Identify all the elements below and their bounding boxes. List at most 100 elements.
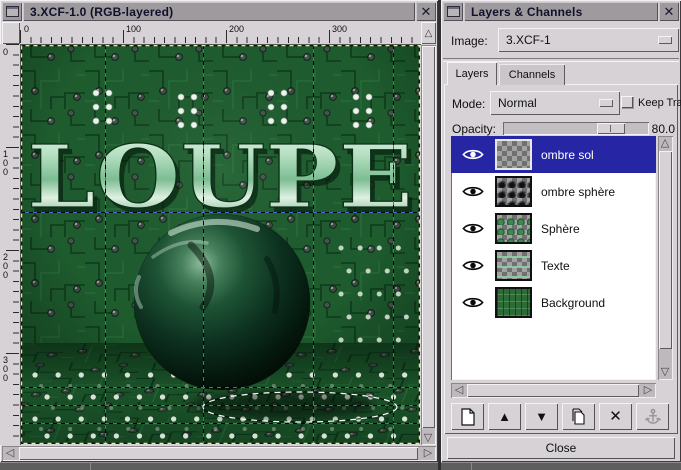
opacity-label: Opacity: <box>452 122 496 136</box>
opacity-slider-track[interactable] <box>503 122 649 135</box>
list-h-scroll-thumb[interactable] <box>467 384 639 397</box>
layers-channels-dialog: Layers & Channels ✕ Image: 3.XCF-1 Layer… <box>441 0 681 462</box>
window-menu-icon <box>447 6 460 17</box>
layer-thumbnail[interactable] <box>495 139 532 170</box>
raise-arrow-icon: ▲ <box>498 410 511 423</box>
anchor-icon <box>644 408 662 426</box>
image-select-menu[interactable]: 3.XCF-1 <box>498 28 679 52</box>
layer-row-texte[interactable]: Texte <box>451 247 656 284</box>
opacity-slider-handle[interactable] <box>597 123 625 134</box>
lower-layer-button[interactable]: ▼ <box>525 403 558 430</box>
list-v-scroll-thumb[interactable] <box>659 151 672 349</box>
layer-name: ombre sphère <box>541 185 615 199</box>
mode-label: Mode: <box>452 97 485 111</box>
dialog-titlebar[interactable]: Layers & Channels ✕ <box>443 2 679 21</box>
delete-x-icon: ✕ <box>609 409 622 424</box>
canvas-horizontal-scrollbar[interactable]: ◁ ▷ <box>2 446 436 461</box>
layer-thumbnail[interactable] <box>495 287 532 318</box>
h-ruler-label: 300 <box>332 25 347 34</box>
duplicate-layer-button[interactable] <box>562 403 595 430</box>
v-ruler-label: 300 <box>3 356 11 383</box>
v-ruler-label: 200 <box>3 253 11 280</box>
visibility-eye-icon[interactable] <box>451 148 495 161</box>
vertical-ruler[interactable]: 0 100 200 300 <box>0 44 21 445</box>
image-window-title: 3.XCF-1.0 (RGB-layered) <box>23 2 415 21</box>
scroll-up-icon[interactable]: △ <box>658 138 672 149</box>
keep-trans-checkbox[interactable] <box>621 96 633 108</box>
window-menu-button[interactable] <box>443 2 463 21</box>
layer-row-ombre-sol[interactable]: ombre sol <box>451 136 656 173</box>
v-ruler-label: 100 <box>3 150 11 177</box>
scroll-right-icon[interactable]: ▷ <box>641 385 655 396</box>
visibility-eye-icon[interactable] <box>451 259 495 272</box>
delete-layer-button[interactable]: ✕ <box>599 403 632 430</box>
image-select-value: 3.XCF-1 <box>506 33 551 47</box>
image-canvas[interactable]: LOUPE LOUPE <box>21 45 420 444</box>
v-ruler-label: 0 <box>3 48 11 57</box>
anchor-layer-button[interactable] <box>636 403 669 430</box>
statusbar-divider <box>90 463 91 470</box>
image-label: Image: <box>451 34 488 48</box>
tab-layers-label: Layers <box>455 68 488 80</box>
list-vertical-scrollbar[interactable]: △ ▽ <box>658 136 673 380</box>
close-icon: ✕ <box>664 5 675 18</box>
close-button[interactable]: Close <box>447 437 675 459</box>
visibility-eye-icon[interactable] <box>451 296 495 309</box>
dialog-close-button[interactable]: ✕ <box>659 2 679 21</box>
sphere <box>134 214 310 390</box>
window-menu-icon <box>6 6 19 17</box>
image-window-close-button[interactable]: ✕ <box>416 2 436 21</box>
mode-select-menu[interactable]: Normal <box>490 91 620 115</box>
scroll-left-icon[interactable]: ◁ <box>452 385 466 396</box>
keep-trans-label: Keep Trans. <box>638 97 681 109</box>
mode-select-value: Normal <box>498 96 537 110</box>
tab-channels-label: Channels <box>509 69 555 81</box>
layer-thumbnail[interactable] <box>495 176 532 207</box>
opacity-value: 80.0 <box>652 122 675 136</box>
duplicate-layer-icon <box>570 408 588 426</box>
h-ruler-label: 200 <box>229 25 244 34</box>
horizontal-ruler[interactable]: 0 100 200 300 <box>20 22 421 45</box>
screen: 3.XCF-1.0 (RGB-layered) ✕ 0 100 200 300 … <box>0 0 681 470</box>
layers-tab-panel: Mode: Normal Keep Trans. Opacity: 80.0 o… <box>444 84 678 434</box>
h-ruler-label: 100 <box>126 25 141 34</box>
nav-preview-button[interactable]: △ <box>421 22 436 44</box>
scroll-down-icon[interactable]: ▽ <box>658 367 672 378</box>
h-ruler-major-ticks <box>20 30 421 43</box>
raise-layer-button[interactable]: ▲ <box>488 403 521 430</box>
list-horizontal-scrollbar[interactable]: ◁ ▷ <box>451 383 656 398</box>
layer-row-sphere[interactable]: Sphère <box>451 210 656 247</box>
layer-row-background[interactable]: Background <box>451 284 656 321</box>
layer-name: Texte <box>541 259 570 273</box>
h-ruler-label: 0 <box>24 25 29 34</box>
close-button-label: Close <box>546 441 577 455</box>
option-menu-indicator-icon <box>599 99 613 107</box>
statusbar-strip-right <box>441 462 681 470</box>
image-window-titlebar[interactable]: 3.XCF-1.0 (RGB-layered) ✕ <box>2 2 436 21</box>
layer-thumbnail[interactable] <box>495 213 532 244</box>
layer-name: Background <box>541 296 605 310</box>
canvas-art: LOUPE LOUPE <box>21 45 420 444</box>
window-menu-button[interactable] <box>2 2 22 21</box>
scroll-down-icon[interactable]: ▽ <box>421 433 435 444</box>
v-scroll-thumb[interactable] <box>422 46 435 428</box>
layer-name: Sphère <box>541 222 580 236</box>
scroll-left-icon[interactable]: ◁ <box>3 448 17 459</box>
tab-layers[interactable]: Layers <box>447 62 497 85</box>
tab-channels[interactable]: Channels <box>499 64 565 85</box>
nav-triangle-icon: △ <box>425 28 433 39</box>
image-window: 3.XCF-1.0 (RGB-layered) ✕ 0 100 200 300 … <box>0 0 438 462</box>
layer-row-ombre-sphere[interactable]: ombre sphère <box>451 173 656 210</box>
new-layer-icon <box>460 408 476 426</box>
v-ruler-major-ticks <box>6 44 19 445</box>
h-scroll-thumb[interactable] <box>19 447 418 460</box>
visibility-eye-icon[interactable] <box>451 222 495 235</box>
new-layer-button[interactable] <box>451 403 484 430</box>
layer-thumbnail[interactable] <box>495 250 532 281</box>
visibility-eye-icon[interactable] <box>451 185 495 198</box>
ruler-origin-button[interactable] <box>2 22 20 44</box>
layer-name: ombre sol <box>541 148 594 162</box>
scroll-right-icon[interactable]: ▷ <box>421 448 435 459</box>
canvas-vertical-scrollbar[interactable]: ▽ <box>421 45 436 445</box>
layers-list: ombre sol ombre sphère Sphère Texte <box>451 136 656 380</box>
